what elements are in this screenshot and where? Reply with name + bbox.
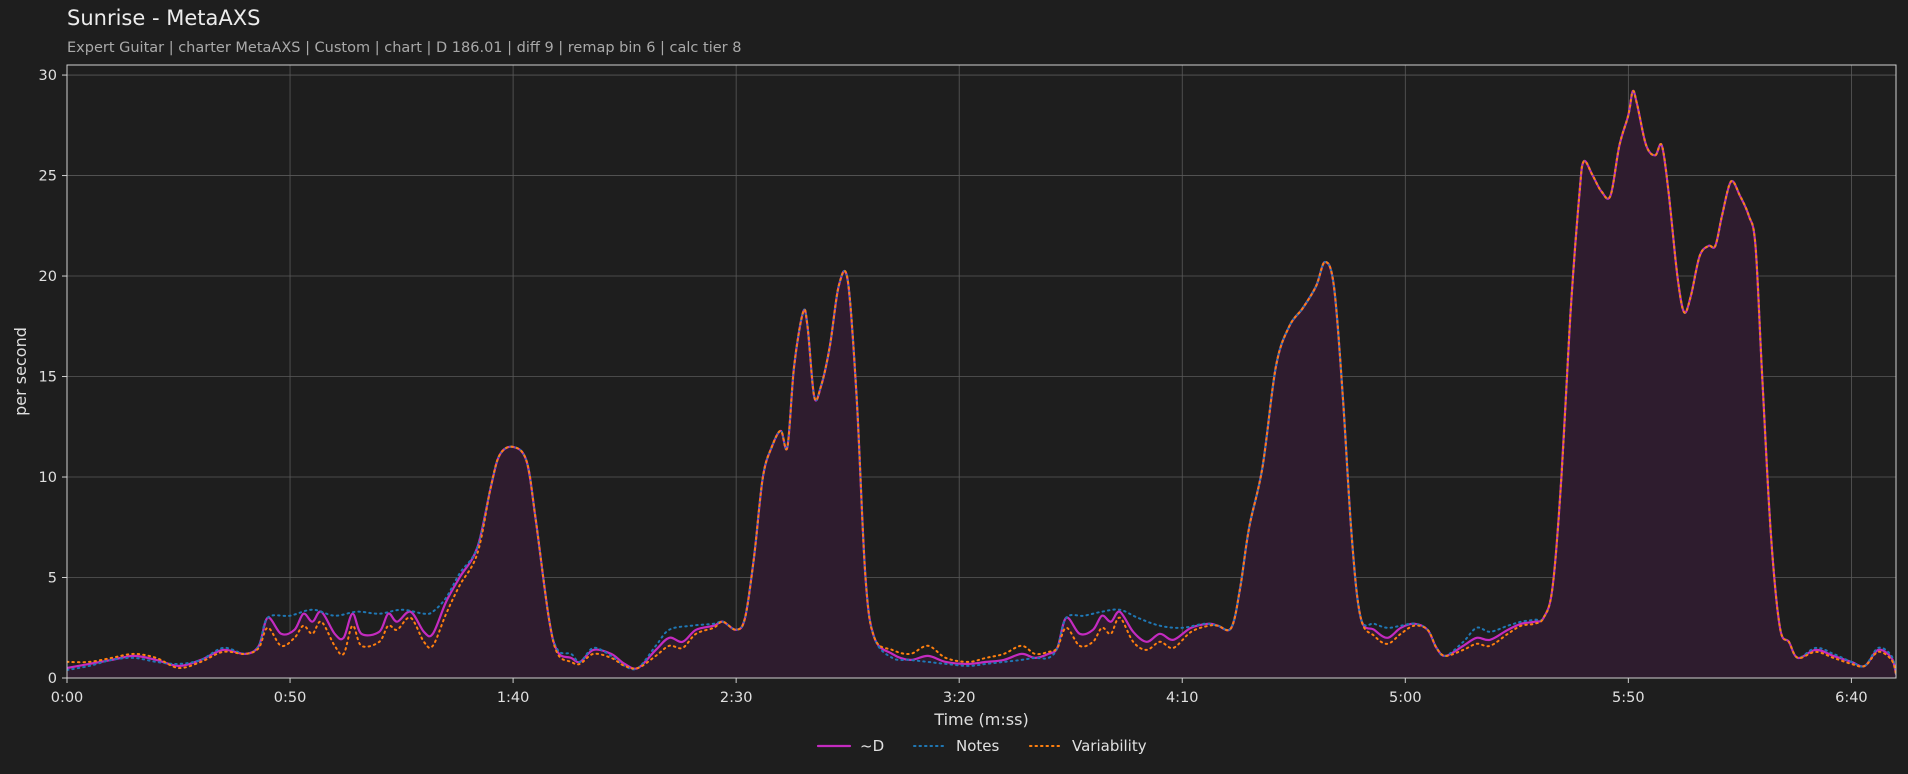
y-tick-label: 30 [39,68,57,84]
y-tick-label: 10 [39,470,57,486]
x-tick-label: 0:50 [274,690,307,706]
x-tick-label: 2:30 [720,690,753,706]
x-tick-label: 1:40 [497,690,530,706]
y-tick-label: 25 [39,169,57,185]
y-tick-label: 15 [39,370,57,386]
y-tick-label: 0 [48,671,57,687]
area-fill [67,90,1896,678]
x-tick-label: 5:00 [1389,690,1422,706]
x-tick-label: 3:20 [943,690,976,706]
y-axis-label: per second [11,327,30,416]
legend: ~D Notes Variability [816,737,1147,755]
legend-label-variability: Variability [1072,737,1147,755]
x-tick-label: 4:10 [1166,690,1199,706]
x-tick-label: 0:00 [51,690,84,706]
chart-svg: 0:00 0:50 1:40 2:30 3:20 4:10 5:00 5:50 6:40 0 5 10… [11,64,1897,755]
legend-label-notes: Notes [956,737,1000,755]
x-tick-label: 5:50 [1612,690,1645,706]
x-tick-label: 6:40 [1835,690,1868,706]
series-fill-d [67,90,1896,678]
y-tick-label: 5 [48,571,57,587]
y-tick-label: 20 [39,269,57,285]
legend-label-d: ~D [860,737,884,755]
x-axis-label: Time (m:ss) [933,710,1028,729]
